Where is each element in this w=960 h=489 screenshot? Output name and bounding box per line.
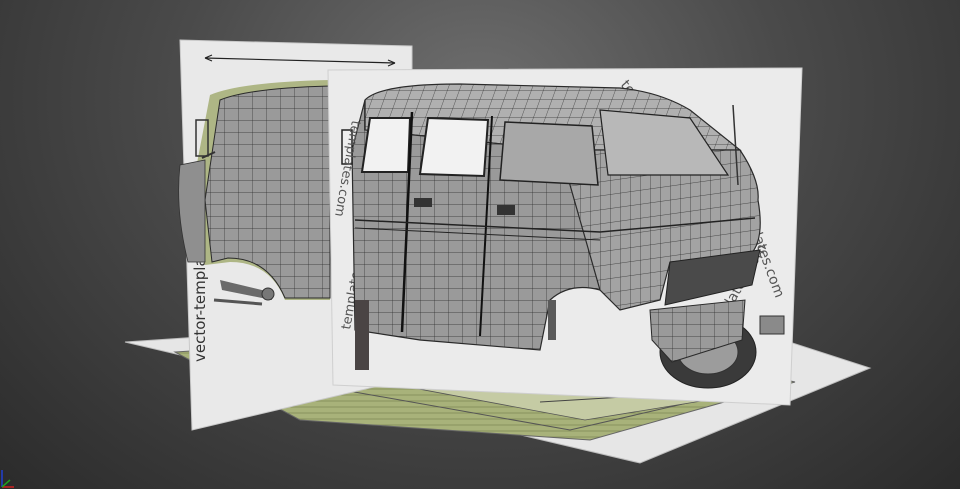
axis-gizmo[interactable] <box>0 462 20 489</box>
3d-viewport[interactable]: vector-templates.com templates.com templ… <box>0 0 960 489</box>
y-axis-icon <box>1 479 11 488</box>
3d-scene[interactable]: vector-templates.com templates.com templ… <box>0 0 960 489</box>
